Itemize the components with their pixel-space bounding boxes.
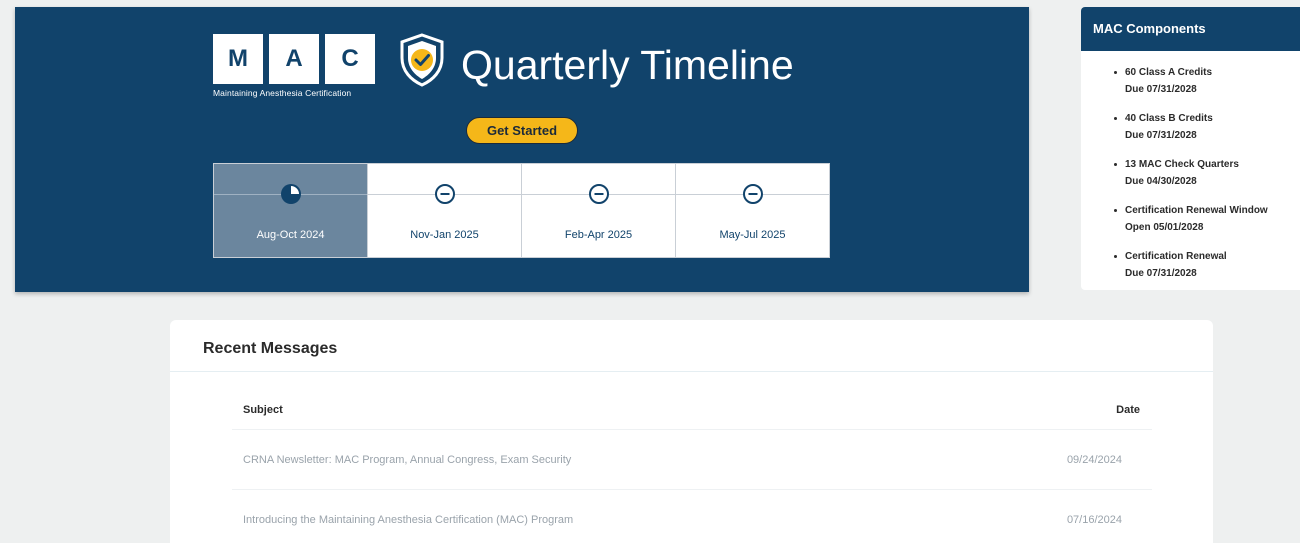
mac-logo-subtitle: Maintaining Anesthesia Certification — [213, 88, 352, 98]
component-detail: Due 07/31/2028 — [1125, 84, 1197, 95]
component-name: 13 MAC Check Quarters — [1125, 159, 1239, 170]
component-item: 40 Class B Credits Due 07/31/2028 — [1114, 110, 1300, 144]
page-title: Quarterly Timeline — [461, 42, 794, 88]
component-detail: Due 07/31/2028 — [1125, 268, 1197, 279]
component-detail: Due 07/31/2028 — [1125, 130, 1197, 141]
quarter-tab-nov-jan-2025[interactable]: Nov-Jan 2025 — [368, 164, 522, 257]
table-row[interactable]: Introducing the Maintaining Anesthesia C… — [232, 490, 1152, 543]
component-name: Certification Renewal Window — [1125, 205, 1268, 216]
component-name: 40 Class B Credits — [1125, 113, 1213, 124]
column-header-subject: Subject — [243, 403, 283, 416]
component-detail: Due 04/30/2028 — [1125, 176, 1197, 187]
recent-messages-card: Recent Messages Subject Date CRNA Newsle… — [170, 320, 1213, 543]
quarter-label: Feb-Apr 2025 — [564, 229, 633, 241]
component-item: Certification Renewal Window Open 05/01/… — [1114, 202, 1300, 236]
quarter-tab-aug-oct-2024[interactable]: Aug-Oct 2024 — [214, 164, 368, 257]
column-header-date: Date — [1116, 403, 1140, 416]
message-subject[interactable]: CRNA Newsletter: MAC Program, Annual Con… — [243, 454, 571, 466]
quarter-label: May-Jul 2025 — [719, 229, 786, 241]
mac-components-list: 60 Class A Credits Due 07/31/2028 40 Cla… — [1081, 51, 1300, 282]
component-item: 13 MAC Check Quarters Due 04/30/2028 — [1114, 156, 1300, 190]
mac-logo-letter-c: C — [325, 34, 375, 84]
shield-check-icon — [400, 33, 444, 87]
minus-circle-icon — [434, 184, 455, 204]
mac-logo-letter-a: A — [269, 34, 319, 84]
minus-circle-icon — [588, 184, 609, 204]
quarter-label: Nov-Jan 2025 — [410, 229, 479, 241]
divider — [170, 371, 1213, 372]
quarter-tab-may-jul-2025[interactable]: May-Jul 2025 — [676, 164, 829, 257]
component-item: 60 Class A Credits Due 07/31/2028 — [1114, 64, 1300, 98]
get-started-button[interactable]: Get Started — [466, 117, 578, 144]
component-name: Certification Renewal — [1125, 251, 1227, 262]
message-subject[interactable]: Introducing the Maintaining Anesthesia C… — [243, 514, 573, 526]
message-date: 07/16/2024 — [1066, 513, 1122, 526]
mac-components-title: MAC Components — [1081, 7, 1300, 51]
component-item: Certification Renewal Due 07/31/2028 — [1114, 248, 1300, 282]
mac-logo-letter-m: M — [213, 34, 263, 84]
quarter-label: Aug-Oct 2024 — [256, 229, 325, 241]
recent-messages-title: Recent Messages — [203, 340, 338, 357]
quarter-tab-feb-apr-2025[interactable]: Feb-Apr 2025 — [522, 164, 676, 257]
messages-table: Subject Date CRNA Newsletter: MAC Progra… — [232, 390, 1152, 543]
table-header: Subject Date — [232, 390, 1152, 430]
table-row[interactable]: CRNA Newsletter: MAC Program, Annual Con… — [232, 430, 1152, 490]
quarter-selector: Aug-Oct 2024 Nov-Jan 2025 Feb-Apr 2025 M… — [213, 163, 830, 258]
mac-components-card: MAC Components 60 Class A Credits Due 07… — [1081, 7, 1300, 290]
quarterly-timeline-panel: M A C Maintaining Anesthesia Certificati… — [15, 7, 1029, 292]
progress-pie-icon — [280, 184, 301, 204]
message-date: 09/24/2024 — [1066, 453, 1122, 466]
component-detail: Open 05/01/2028 — [1125, 222, 1204, 233]
component-name: 60 Class A Credits — [1125, 67, 1213, 78]
minus-circle-icon — [742, 184, 763, 204]
mac-logo: M A C Maintaining Anesthesia Certificati… — [213, 34, 375, 98]
